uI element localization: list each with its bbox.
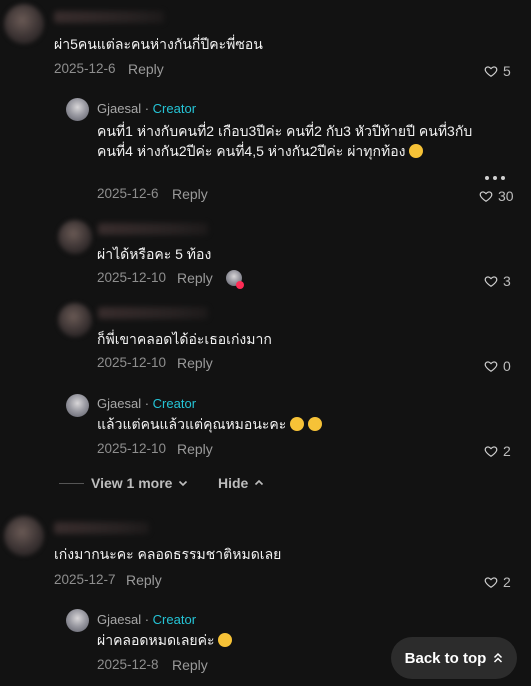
comment-date: 2025-12-6 [97, 186, 159, 201]
comment-date: 2025-12-8 [97, 657, 159, 672]
username-blurred[interactable] [98, 223, 208, 235]
heart-eyes-emoji [308, 417, 323, 431]
creator-badge: Creator [152, 101, 197, 116]
comment-date: 2025-12-7 [54, 572, 116, 587]
heart-eyes-emoji [218, 633, 233, 647]
view-more-replies-button[interactable]: View 1 more [91, 475, 188, 491]
separator: · [144, 612, 150, 627]
like-count: 2 [503, 443, 511, 459]
hide-replies-button[interactable]: Hide [218, 475, 264, 491]
like-count: 2 [503, 574, 511, 590]
heart-outline-icon [484, 276, 498, 287]
heart-outline-icon [484, 361, 498, 372]
comment-date: 2025-12-6 [54, 61, 116, 76]
comment-text: ผ่าได้หรือคะ 5 ท้อง [97, 246, 212, 262]
reply-button[interactable]: Reply [177, 355, 213, 371]
author-name[interactable]: Gjaesal [97, 612, 141, 627]
comment-text: ก็พี่เขาคลอดได้อ่ะเธอเก่งมาก [97, 331, 272, 347]
like-button[interactable]: 2 [484, 574, 511, 590]
reply-button[interactable]: Reply [177, 441, 213, 457]
more-horizontal-icon [485, 176, 505, 180]
smiling-hearts-emoji [290, 417, 305, 431]
view-more-label: View 1 more [91, 475, 173, 491]
avatar[interactable] [4, 516, 44, 556]
comment-text: ผ่าคลอดหมดเลยค่ะ [97, 630, 233, 650]
comment-text-content: ผ่าคลอดหมดเลยค่ะ [97, 632, 215, 648]
comment-text-content: แล้วแต่คนแล้วแต่คุณหมอนะคะ [97, 416, 287, 432]
comment-text: เก่งมากนะคะ คลอดธรรมชาติหมดเลย [54, 546, 282, 562]
avatar[interactable] [58, 220, 92, 254]
chevron-down-icon [179, 480, 188, 487]
avatar[interactable] [4, 4, 44, 44]
comment-date: 2025-12-10 [97, 355, 167, 370]
heart-outline-icon [479, 191, 493, 202]
double-chevron-up-icon [494, 652, 503, 663]
like-count: 30 [498, 188, 514, 204]
author-name[interactable]: Gjaesal [97, 101, 141, 116]
heart-outline-icon [484, 446, 498, 457]
comment-author: Gjaesal · Creator [97, 101, 196, 116]
like-button[interactable]: 30 [479, 188, 514, 204]
reply-button[interactable]: Reply [177, 270, 213, 286]
thread-divider [59, 483, 84, 484]
heart-outline-icon [484, 577, 498, 588]
comment-author: Gjaesal · Creator [97, 396, 196, 411]
more-options-button[interactable] [484, 170, 506, 180]
creator-badge: Creator [152, 612, 197, 627]
creator-liked-heart-icon [236, 281, 244, 289]
reply-button[interactable]: Reply [128, 61, 164, 77]
like-button[interactable]: 5 [484, 63, 511, 79]
username-blurred[interactable] [54, 11, 164, 23]
creator-avatar[interactable] [66, 98, 89, 121]
comment-date: 2025-12-10 [97, 270, 167, 285]
username-blurred[interactable] [54, 522, 149, 534]
like-count: 5 [503, 63, 511, 79]
comment-date: 2025-12-10 [97, 441, 167, 456]
comment-text: แล้วแต่คนแล้วแต่คุณหมอนะคะ [97, 414, 323, 434]
creator-badge: Creator [152, 396, 197, 411]
separator: · [144, 396, 150, 411]
comment-author: Gjaesal · Creator [97, 612, 196, 627]
heart-outline-icon [484, 66, 498, 77]
like-count: 3 [503, 273, 511, 289]
like-button[interactable]: 3 [484, 273, 511, 289]
separator: · [144, 101, 150, 116]
username-blurred[interactable] [98, 307, 208, 319]
like-button[interactable]: 0 [484, 358, 511, 374]
author-name[interactable]: Gjaesal [97, 396, 141, 411]
like-button[interactable]: 2 [484, 443, 511, 459]
reply-button[interactable]: Reply [126, 572, 162, 588]
reply-button[interactable]: Reply [172, 657, 208, 673]
like-count: 0 [503, 358, 511, 374]
reply-button[interactable]: Reply [172, 186, 208, 202]
back-to-top-button[interactable]: Back to top [391, 637, 517, 679]
chevron-up-icon [255, 479, 264, 486]
comment-text: ผ่า5คนแต่ละคนห่างกันกี่ปีคะพี่ซอน [54, 36, 263, 52]
grinning-emoji [409, 144, 424, 158]
avatar[interactable] [58, 303, 92, 337]
back-to-top-label: Back to top [404, 649, 487, 667]
creator-avatar[interactable] [66, 394, 89, 417]
comment-text: คนที่1 ห่างกับคนที่2 เกือบ3ปีค่ะ คนที่2 … [97, 121, 473, 161]
hide-label: Hide [218, 475, 249, 491]
creator-avatar[interactable] [66, 609, 89, 632]
